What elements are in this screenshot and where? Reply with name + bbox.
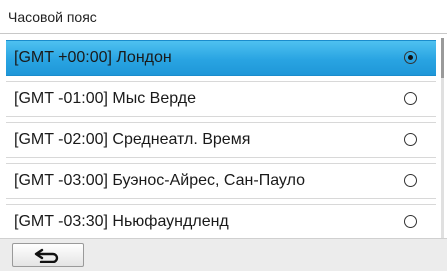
timezone-item[interactable]: [GMT +00:00] Лондон	[6, 40, 436, 76]
timezone-label: [GMT -03:30] Ньюфаундленд	[14, 213, 229, 230]
radio-button[interactable]	[404, 215, 417, 228]
timezone-label: [GMT -02:00] Среднеатл. Время	[14, 131, 251, 148]
radio-button[interactable]	[404, 92, 417, 105]
timezone-list: [GMT +00:00] Лондон [GMT -01:00] Мыс Вер…	[6, 40, 436, 245]
radio-button-selected[interactable]	[404, 51, 417, 64]
back-button[interactable]	[12, 243, 84, 267]
timezone-label: [GMT -03:00] Буэнос-Айрес, Сан-Пауло	[14, 172, 305, 189]
radio-dot-icon	[408, 55, 413, 60]
timezone-item[interactable]: [GMT -03:30] Ньюфаундленд	[6, 204, 436, 240]
timezone-item[interactable]: [GMT -01:00] Мыс Верде	[6, 81, 436, 117]
radio-button[interactable]	[404, 133, 417, 146]
scrollbar-thumb[interactable]	[441, 38, 444, 78]
timezone-label: [GMT -01:00] Мыс Верде	[14, 90, 197, 107]
timezone-item[interactable]: [GMT -03:00] Буэнос-Айрес, Сан-Пауло	[6, 163, 436, 199]
timezone-item[interactable]: [GMT -02:00] Среднеатл. Время	[6, 122, 436, 158]
back-arrow-icon	[34, 248, 59, 263]
timezone-label: [GMT +00:00] Лондон	[14, 49, 172, 66]
radio-button[interactable]	[404, 174, 417, 187]
page-title: Часовой пояс	[0, 0, 447, 34]
